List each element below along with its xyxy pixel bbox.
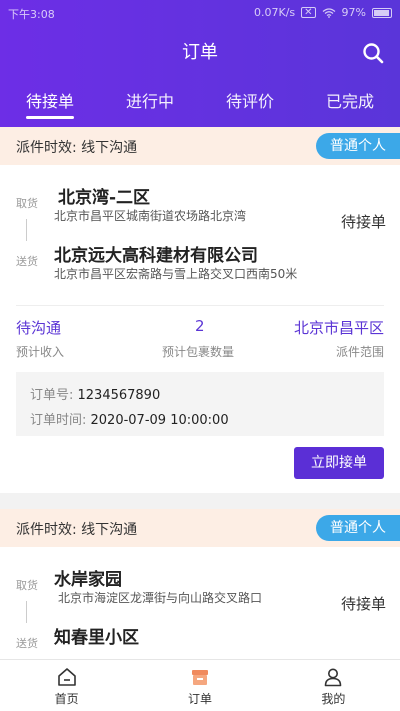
order-time-row: 订单时间: 2020-07-09 10:00:00 [30, 409, 229, 428]
order-number: 1234567890 [77, 388, 161, 403]
delivery-time-bar: 派件时效: 线下沟通 普通个人 [0, 127, 400, 165]
delivery-time-bar: 派件时效: 线下沟通 普通个人 [0, 509, 400, 547]
nav-orders-label: 订单 [187, 692, 212, 706]
nav-profile-label: 我的 [321, 692, 346, 706]
pickup-address: 北京市昌平区城南街道农场路北京湾 [54, 209, 247, 223]
pickup-name: 北京湾-二区 [58, 188, 151, 208]
customer-type-badge: 普通个人 [316, 133, 400, 159]
header: 下午3:08 0.07K/s ✕ 97% 订单 待接单 进行中 待评价 已完成 [0, 0, 400, 127]
dropoff-name: 知春里小区 [54, 628, 139, 648]
search-icon[interactable] [362, 42, 384, 64]
dropoff-tag: 送货 [16, 255, 38, 268]
nav-orders[interactable]: 订单 [133, 660, 266, 711]
pickup-tag: 取货 [16, 579, 38, 592]
dropoff-name: 北京远大高科建材有限公司 [54, 246, 258, 266]
pickup-name: 水岸家园 [54, 570, 122, 590]
order-number-label: 订单号: [30, 388, 78, 403]
delivery-time-label: 派件时效: 线下沟通 [16, 522, 138, 538]
accept-order-button[interactable]: 立即接单 [294, 447, 384, 479]
battery-icon [372, 7, 392, 18]
tab-pending[interactable]: 待接单 [0, 88, 100, 128]
battery-percent: 97% [341, 6, 366, 19]
range-value: 北京市昌平区 [293, 319, 384, 337]
order-info-box: 订单号: 1234567890 订单时间: 2020-07-09 10:00:0… [16, 372, 384, 436]
route-connector [26, 601, 27, 623]
user-icon [325, 668, 342, 687]
income-label: 预计收入 [16, 345, 65, 359]
tab-to-review[interactable]: 待评价 [200, 88, 300, 128]
order-number-row: 订单号: 1234567890 [30, 384, 160, 403]
order-card[interactable]: 派件时效: 线下沟通 普通个人 取货 送货 水岸家园 北京市海淀区龙潭街与向山路… [0, 509, 400, 659]
status-indicators: 0.07K/s ✕ 97% [254, 6, 392, 19]
tab-in-progress[interactable]: 进行中 [100, 88, 200, 128]
page-title: 订单 [182, 42, 218, 63]
status-bar: 下午3:08 0.07K/s ✕ 97% [0, 0, 400, 26]
dropoff-address: 北京市昌平区宏斋路与雪上路交叉口西南50米 [54, 267, 298, 281]
order-box-icon [191, 670, 208, 685]
home-icon [57, 668, 76, 686]
order-tabs: 待接单 进行中 待评价 已完成 [0, 88, 400, 128]
tab-completed[interactable]: 已完成 [300, 88, 400, 128]
route-connector [26, 219, 27, 241]
order-time-label: 订单时间: [30, 413, 91, 428]
divider [16, 305, 384, 306]
parcels-label: 预计包裹数量 [162, 345, 235, 359]
no-sim-icon: ✕ [301, 7, 316, 18]
customer-type-badge: 普通个人 [316, 515, 400, 541]
network-speed: 0.07K/s [254, 6, 296, 19]
pickup-address: 北京市海淀区龙潭街与向山路交叉路口 [58, 591, 263, 605]
order-status: 待接单 [340, 213, 386, 231]
pickup-tag: 取货 [16, 197, 38, 210]
parcels-value: 2 [195, 317, 205, 335]
nav-profile[interactable]: 我的 [267, 660, 400, 711]
range-label: 派件范围 [335, 345, 384, 359]
nav-home-label: 首页 [54, 692, 79, 706]
dropoff-tag: 送货 [16, 637, 38, 650]
route-info: 取货 送货 水岸家园 北京市海淀区龙潭街与向山路交叉路口 待接单 知春里小区 [0, 547, 400, 665]
bottom-nav: 首页 订单 我的 [0, 659, 400, 711]
order-status: 待接单 [340, 595, 386, 613]
income-value: 待沟通 [16, 319, 62, 337]
delivery-time-label: 派件时效: 线下沟通 [16, 140, 138, 156]
route-info: 取货 送货 北京湾-二区 北京市昌平区城南街道农场路北京湾 待接单 北京远大高科… [0, 165, 400, 283]
status-time: 下午3:08 [8, 8, 55, 21]
order-card[interactable]: 派件时效: 线下沟通 普通个人 取货 送货 北京湾-二区 北京市昌平区城南街道农… [0, 127, 400, 493]
order-time: 2020-07-09 10:00:00 [90, 413, 229, 428]
wifi-icon [322, 7, 335, 18]
nav-home[interactable]: 首页 [0, 660, 133, 711]
